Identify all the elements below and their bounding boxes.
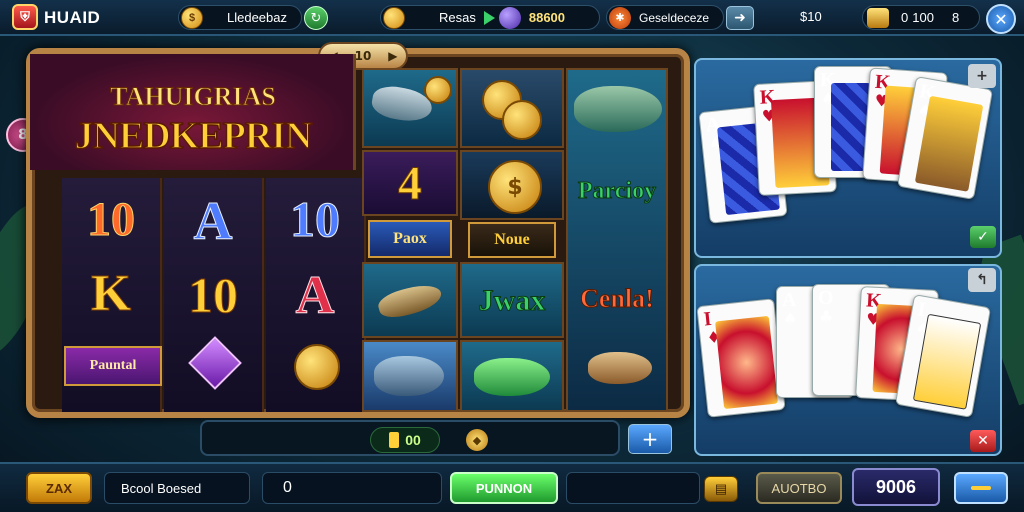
spin-label: PUNNON bbox=[475, 480, 533, 496]
game-title-line1: TAHUIGRIAS bbox=[110, 82, 277, 112]
playing-card[interactable]: I ♦ bbox=[696, 298, 786, 418]
menu-button[interactable] bbox=[954, 472, 1008, 504]
cell-jwax: Jwax bbox=[460, 262, 564, 338]
game-title-line2: JNEDKEPRIN bbox=[74, 114, 314, 158]
bonus-label: Geseldeceze bbox=[639, 10, 710, 25]
card-art bbox=[715, 315, 778, 410]
confirm-button[interactable]: ✓ bbox=[970, 226, 996, 248]
purple-gem-icon bbox=[188, 336, 242, 390]
card-panel-top: A ♠ K ♥ K ♠ K ♥ K ♠ + ✓ bbox=[694, 58, 1002, 258]
gems-pill[interactable]: Resas 88600 bbox=[380, 5, 600, 30]
bonus-star-icon: ✱ bbox=[609, 6, 631, 29]
coin-icon bbox=[424, 76, 452, 104]
coin-icon: $ bbox=[181, 6, 203, 29]
bird-icon bbox=[375, 280, 445, 322]
reel-symbol-10: 10 bbox=[87, 193, 136, 247]
bet-chip-icon bbox=[389, 432, 400, 448]
reel-symbol-k: K bbox=[90, 265, 132, 323]
wins-extra: 8 bbox=[951, 10, 960, 25]
cell-four: 4 bbox=[362, 150, 458, 216]
dollar-coin-icon: $ bbox=[488, 160, 542, 214]
gems-label: Resas bbox=[439, 10, 476, 25]
balance-pill[interactable]: $ Lledeebaz bbox=[178, 5, 302, 30]
forward-button[interactable]: ➜ bbox=[726, 6, 754, 30]
cell-four-text: 4 bbox=[398, 157, 423, 211]
info-text: Bcool Boesed bbox=[121, 480, 202, 496]
menu-icon bbox=[971, 486, 991, 490]
reel-symbol-10: 10 bbox=[290, 191, 341, 248]
bet-value: 00 bbox=[405, 432, 421, 448]
wins-level: 0 bbox=[901, 10, 909, 25]
app-logo: ⛨ bbox=[12, 4, 38, 30]
gems-value: 88600 bbox=[528, 10, 566, 25]
close-icon[interactable]: ✕ bbox=[986, 4, 1016, 34]
shark-icon bbox=[574, 86, 662, 132]
fish-icon bbox=[374, 356, 444, 396]
noue-plaque: Noue bbox=[468, 222, 556, 258]
balance-label: Lledeebaz bbox=[227, 10, 287, 25]
card-rank: A bbox=[782, 289, 797, 311]
reel-3: 10 A bbox=[266, 178, 366, 412]
coin-stack-icon bbox=[502, 100, 542, 140]
info-field: Bcool Boesed bbox=[104, 472, 250, 504]
chest-button[interactable]: ▤ bbox=[704, 476, 738, 502]
expand-button[interactable]: + bbox=[968, 64, 996, 88]
play-arrow-icon bbox=[483, 10, 495, 25]
card-rank: I bbox=[915, 298, 928, 322]
app-title: HUAID bbox=[44, 8, 101, 27]
cell-fish bbox=[362, 68, 458, 148]
card-rank: O bbox=[818, 287, 834, 309]
wins-pill[interactable]: 0 100 8 bbox=[862, 5, 980, 30]
total-value: 9006 bbox=[875, 476, 917, 497]
bet-amount-field[interactable]: 0 bbox=[262, 472, 442, 504]
card-panel-bottom: I ♦ A ♠ O ♣ K ♥ I ♠ ↰ ✕ bbox=[694, 264, 1002, 456]
top-bar: ⛨ HUAID $ Lledeebaz ↻ Resas 88600 ✱ Gese… bbox=[0, 0, 1024, 36]
spin-track bbox=[566, 472, 700, 504]
card-suit: ♠ bbox=[783, 309, 798, 328]
reel-plaque: Pauntal bbox=[64, 346, 162, 386]
right-chevron-icon[interactable]: ▶ bbox=[388, 49, 397, 63]
gem-icon bbox=[498, 6, 521, 29]
cell-fish-2 bbox=[362, 340, 458, 412]
auto-label: AUOTBO bbox=[771, 480, 827, 496]
cell-dollar-coin: $ bbox=[460, 150, 564, 220]
cell-coins bbox=[460, 68, 564, 148]
frame-badge-value: 10 bbox=[354, 49, 372, 63]
cell-shark: Parcioy Cenla! bbox=[566, 68, 668, 412]
fish-icon bbox=[588, 352, 652, 384]
reel-2: A 10 bbox=[164, 178, 264, 412]
bet-value-display: 00 bbox=[370, 427, 440, 453]
back-button[interactable]: ↰ bbox=[968, 268, 996, 292]
bonus-pill[interactable]: ✱ Geseldeceze bbox=[606, 5, 724, 30]
game-title-panel: TAHUIGRIAS JNEDKEPRIN bbox=[30, 54, 356, 170]
trophy-icon bbox=[867, 7, 889, 28]
discard-button[interactable]: ✕ bbox=[970, 430, 996, 452]
cell-green-fish bbox=[460, 340, 564, 412]
spin-button[interactable]: PUNNON bbox=[450, 472, 558, 504]
gold-coin-icon bbox=[383, 6, 405, 29]
green-fish-icon bbox=[474, 358, 550, 396]
coin-pouch-icon: ◆ bbox=[466, 429, 488, 451]
cell-jwax-text: Jwax bbox=[478, 284, 546, 318]
add-coins-button[interactable]: ↻ bbox=[304, 6, 328, 30]
cell-bird bbox=[362, 262, 458, 338]
paox-plaque: Paox bbox=[368, 220, 452, 258]
gold-coin-icon bbox=[294, 344, 340, 390]
card-suit: ♣ bbox=[819, 307, 834, 326]
card-rank: I bbox=[702, 307, 713, 331]
reel-symbol-10: 10 bbox=[188, 267, 239, 324]
add-bet-button[interactable]: + bbox=[628, 424, 672, 454]
auto-button[interactable]: AUOTBO bbox=[756, 472, 842, 504]
cell-cenla-text: Cenla! bbox=[580, 284, 655, 314]
reel-symbol-a: A bbox=[295, 265, 335, 326]
wins-value: 100 bbox=[912, 10, 934, 25]
total-display: 9006 bbox=[852, 468, 940, 506]
max-bet-label: ZAX bbox=[46, 480, 72, 496]
cell-parcioy-text: Parcioy bbox=[577, 178, 657, 205]
max-bet-button[interactable]: ZAX bbox=[26, 472, 92, 504]
reel-symbol-a: A bbox=[193, 191, 233, 252]
bet-amount: 0 bbox=[283, 479, 292, 496]
bet-display: $10 bbox=[800, 9, 822, 24]
